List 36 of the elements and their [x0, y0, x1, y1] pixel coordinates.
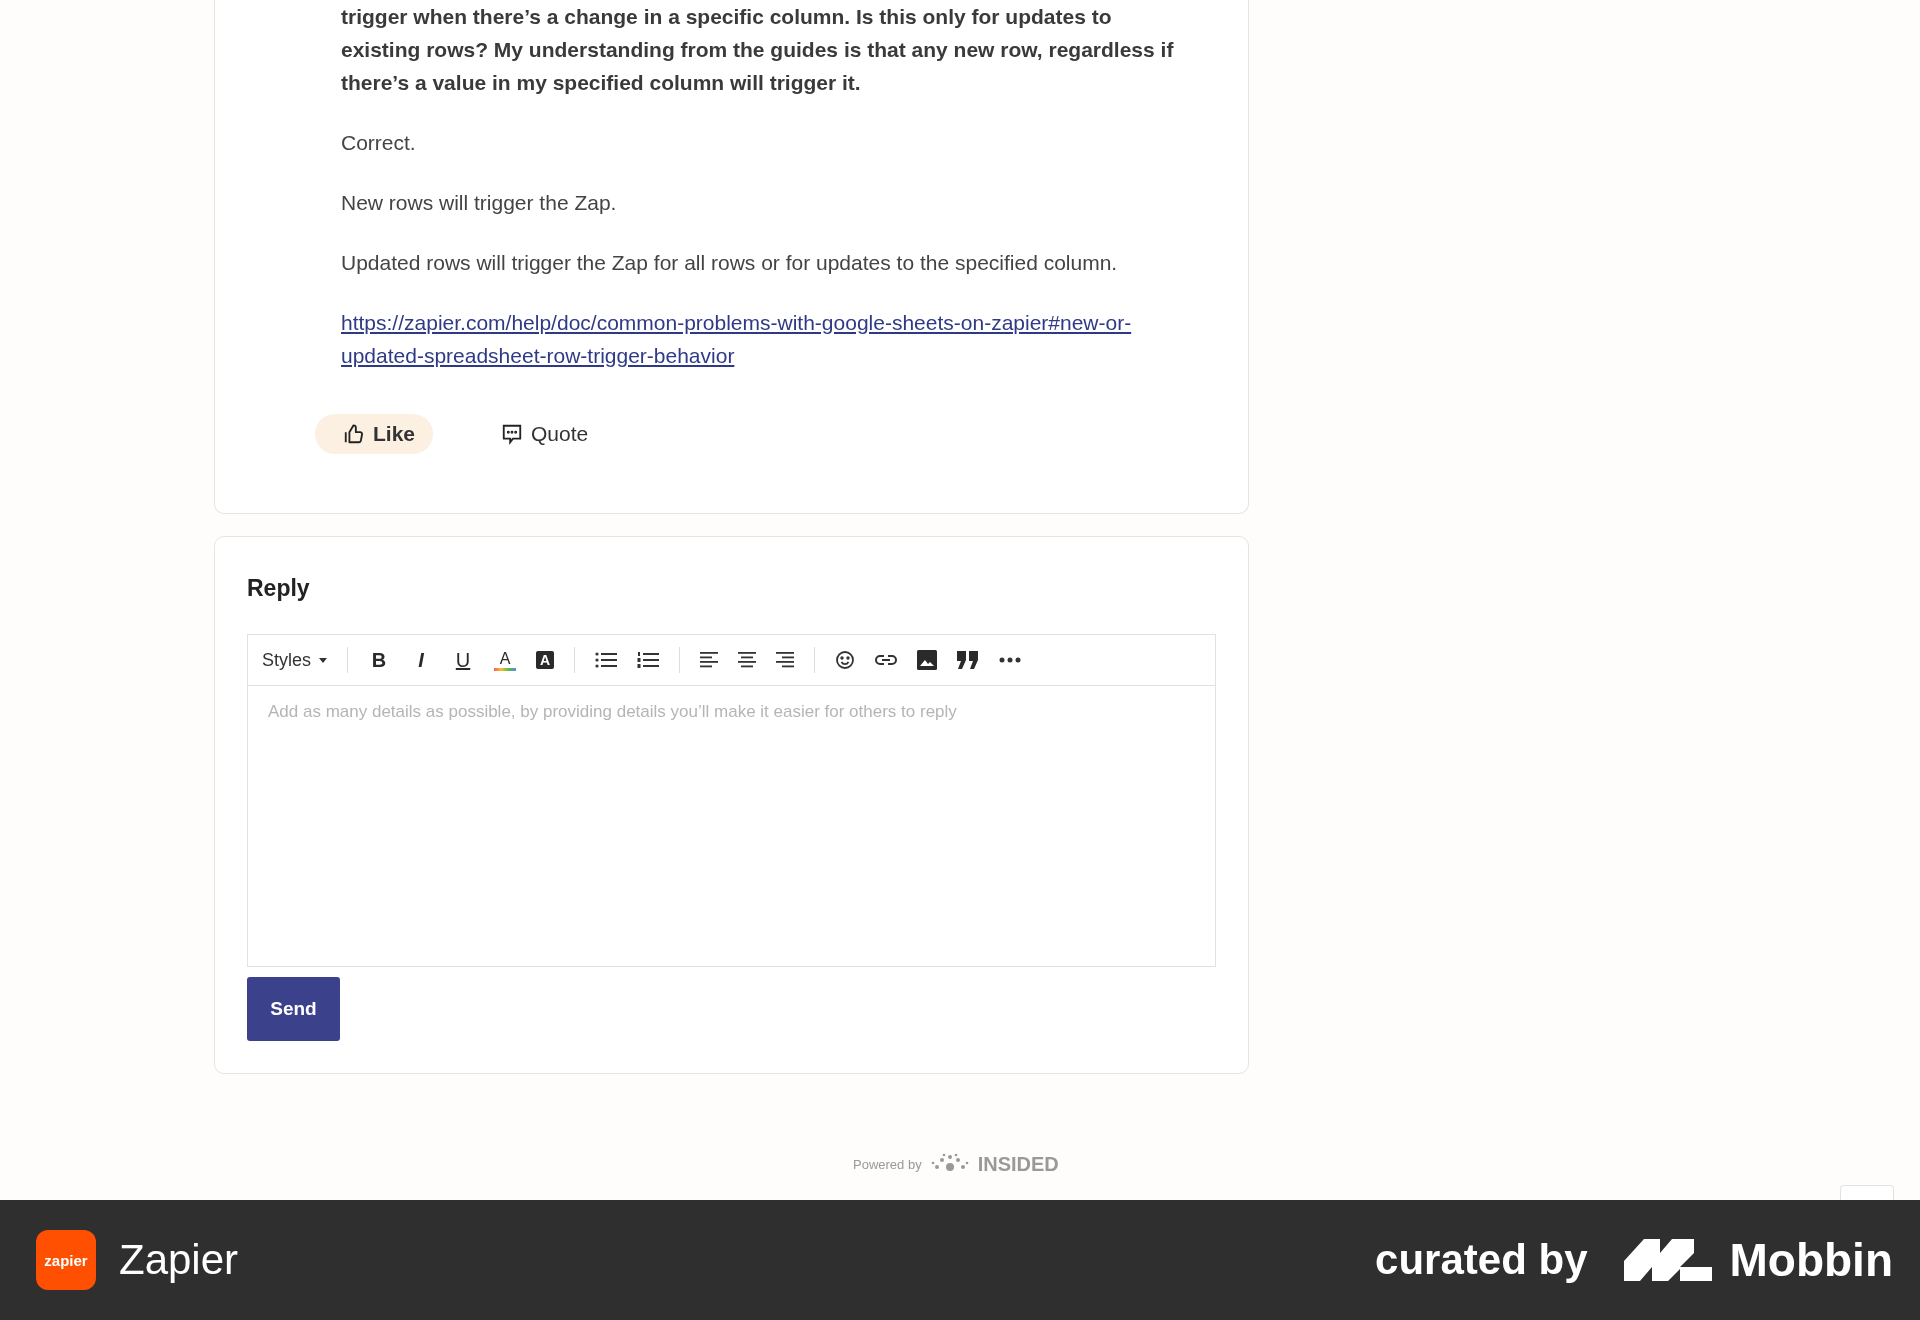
numbered-list-icon[interactable] [637, 651, 660, 669]
align-center-icon[interactable] [738, 651, 757, 669]
highlight-button[interactable]: A [536, 651, 555, 669]
thumbs-up-icon [343, 423, 365, 445]
brand-wordmark: INSIDED [977, 1152, 1059, 1176]
answer-text: Correct. [341, 130, 417, 156]
more-icon[interactable] [999, 657, 1022, 663]
align-right-icon[interactable] [776, 651, 795, 669]
answer-text: New rows will trigger the Zap. [341, 190, 618, 216]
app-logo: zapier [36, 1230, 96, 1290]
italic-button[interactable]: I [410, 648, 433, 672]
link-icon[interactable] [875, 654, 898, 666]
question-text: trigger when there’s a change in a specific column. Is this only for updates to existing rows? My understanding from the guides is that any new row, regardless if there’s a value in my specified column will trigger it. [341, 4, 1175, 96]
caret-icon [319, 657, 328, 663]
speech-bubble-icon [501, 423, 524, 445]
brand-name: Mobbin [1729, 1233, 1893, 1287]
underline-button[interactable]: U [452, 648, 475, 672]
text-color-button[interactable]: A [494, 649, 517, 671]
powered-by-text: Powered by [853, 1156, 922, 1172]
quote-button[interactable]: Quote [473, 414, 607, 454]
like-button[interactable]: Like [315, 414, 434, 454]
image-icon[interactable] [917, 650, 938, 670]
align-left-icon[interactable] [700, 651, 719, 669]
emoji-icon[interactable] [835, 650, 856, 670]
send-button[interactable]: Send [247, 977, 340, 1041]
quote-icon[interactable] [957, 651, 980, 669]
styles-dropdown[interactable]: Styles [262, 649, 328, 671]
answer-text: Updated rows will trigger the Zap for all rows or for updates to the specified column. [341, 250, 1119, 276]
app-name: Zapier [119, 1236, 239, 1284]
bullet-list-icon[interactable] [595, 651, 618, 669]
reply-title: Reply [247, 575, 311, 602]
bold-button[interactable]: B [368, 648, 391, 672]
reply-editor[interactable]: Styles B I U A A Add as many details as possible, by providing details you’ll make it easier for others to reply [247, 634, 1216, 967]
help-link[interactable]: https://zapier.com/help/doc/common-problems-with-google-sheets-on-zapier#new-or-updated-spreadsheet-row-trigger-behavior [341, 306, 1211, 372]
curated-by-text: curated by [1375, 1236, 1588, 1284]
mobbin-logo-icon [1623, 1239, 1712, 1281]
